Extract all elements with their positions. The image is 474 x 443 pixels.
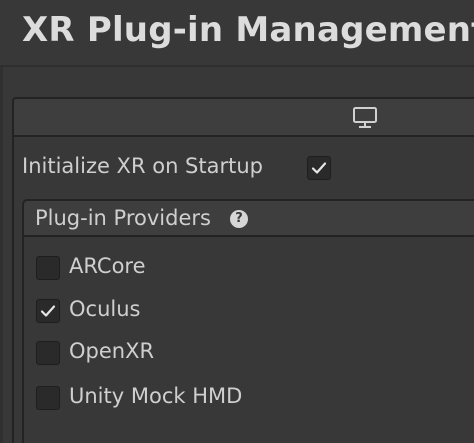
checkmark-icon — [40, 305, 56, 317]
provider-label: OpenXR — [69, 339, 155, 363]
unity-mock-hmd-checkbox[interactable] — [36, 386, 60, 410]
plugin-providers-label: Plug-in Providers — [35, 206, 211, 230]
openxr-checkbox[interactable] — [36, 341, 60, 365]
plugin-providers-header: Plug-in Providers ? — [24, 201, 474, 237]
provider-label: Oculus — [69, 297, 141, 321]
oculus-checkbox[interactable] — [36, 299, 60, 323]
help-icon[interactable]: ? — [230, 210, 248, 228]
monitor-icon — [353, 107, 377, 128]
provider-label: ARCore — [69, 254, 146, 278]
provider-item-oculus: Oculus — [24, 296, 464, 326]
left-edge-divider — [0, 67, 3, 443]
initialize-xr-checkbox[interactable] — [307, 156, 331, 180]
platform-tab-bar — [12, 97, 474, 137]
checkmark-icon — [311, 162, 327, 174]
provider-item-arcore: ARCore — [24, 253, 464, 283]
page-title: XR Plug-in Management — [22, 10, 474, 50]
xr-plugin-management-window: XR Plug-in Management Initialize XR on S… — [0, 0, 474, 443]
provider-item-unity-mock-hmd: Unity Mock HMD — [24, 383, 464, 413]
title-divider — [0, 65, 474, 67]
provider-label: Unity Mock HMD — [69, 384, 243, 408]
initialize-xr-label: Initialize XR on Startup — [22, 154, 263, 178]
plugin-providers-group: Plug-in Providers ? ARCore Oculus OpenXR… — [22, 199, 474, 443]
tab-standalone[interactable] — [351, 106, 379, 130]
arcore-checkbox[interactable] — [36, 256, 60, 280]
provider-item-openxr: OpenXR — [24, 338, 464, 368]
